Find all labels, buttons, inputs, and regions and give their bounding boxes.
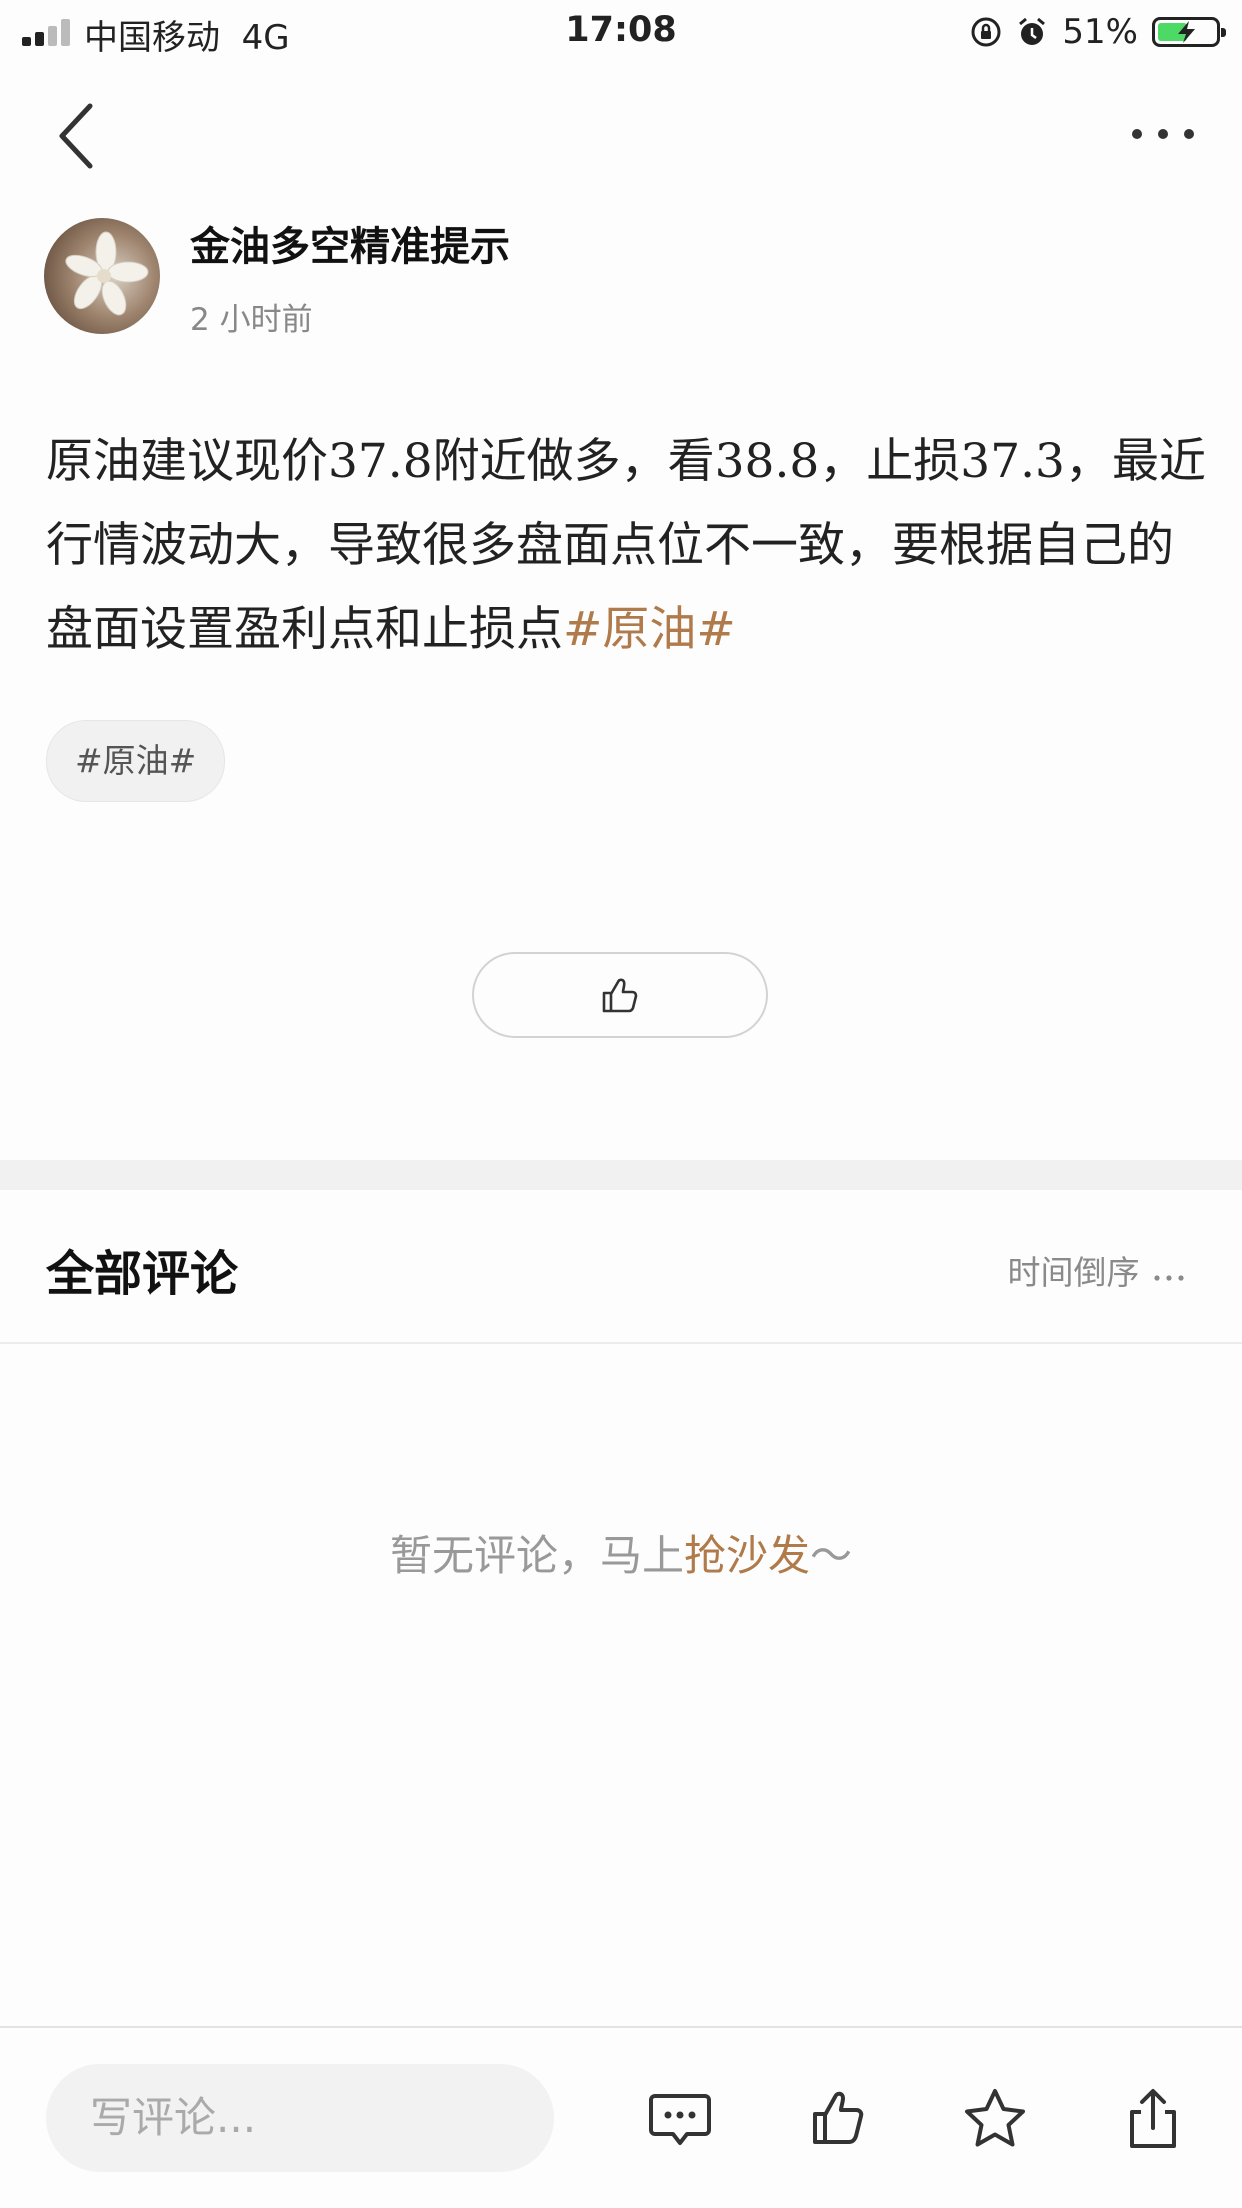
comment-input[interactable]: 写评论...: [46, 2064, 554, 2172]
comment-icon[interactable]: [645, 2084, 715, 2154]
status-right: 51%: [970, 12, 1226, 52]
battery-percent: 51%: [1062, 12, 1138, 52]
post-content: 原油建议现价37.8附近做多，看38.8，止损37.3，最近行情波动大，导致很多…: [46, 420, 1206, 672]
like-button[interactable]: [472, 952, 768, 1038]
charging-bolt-icon: [1178, 21, 1195, 43]
flower-avatar-image: [65, 231, 149, 316]
divider: [0, 1342, 1242, 1344]
empty-comments-message: 暂无评论，马上抢沙发～: [389, 1531, 853, 1580]
sort-order-button[interactable]: 时间倒序: [1008, 1246, 1191, 1294]
ellipsis-icon[interactable]: [1128, 114, 1198, 154]
section-divider: [0, 1160, 1242, 1190]
status-bar: 中国移动 4G 17:08 51%: [0, 0, 1242, 64]
thumbs-up-icon[interactable]: [806, 2084, 876, 2154]
star-icon[interactable]: [960, 2084, 1030, 2154]
chevron-left-icon[interactable]: [52, 100, 102, 172]
battery-charging-icon: [1152, 17, 1226, 47]
comments-title: 全部评论: [46, 1246, 239, 1302]
ellipsis-icon: [1154, 1275, 1184, 1281]
sort-order-label: 时间倒序: [1007, 1253, 1140, 1292]
first-comment-link[interactable]: 抢沙发: [684, 1531, 810, 1580]
thumbs-up-icon: [602, 978, 638, 1013]
topic-chip[interactable]: #原油#: [46, 720, 226, 802]
post-time: 2 小时前: [190, 302, 313, 338]
bottom-bar-divider: [0, 2026, 1242, 2028]
inline-topic-tag[interactable]: #原油#: [563, 602, 736, 657]
share-icon[interactable]: [1118, 2084, 1188, 2154]
avatar[interactable]: [44, 218, 160, 334]
alarm-icon: [1019, 17, 1046, 45]
author-name[interactable]: 金油多空精准提示: [190, 214, 510, 272]
orientation-lock-icon: [971, 17, 1001, 47]
